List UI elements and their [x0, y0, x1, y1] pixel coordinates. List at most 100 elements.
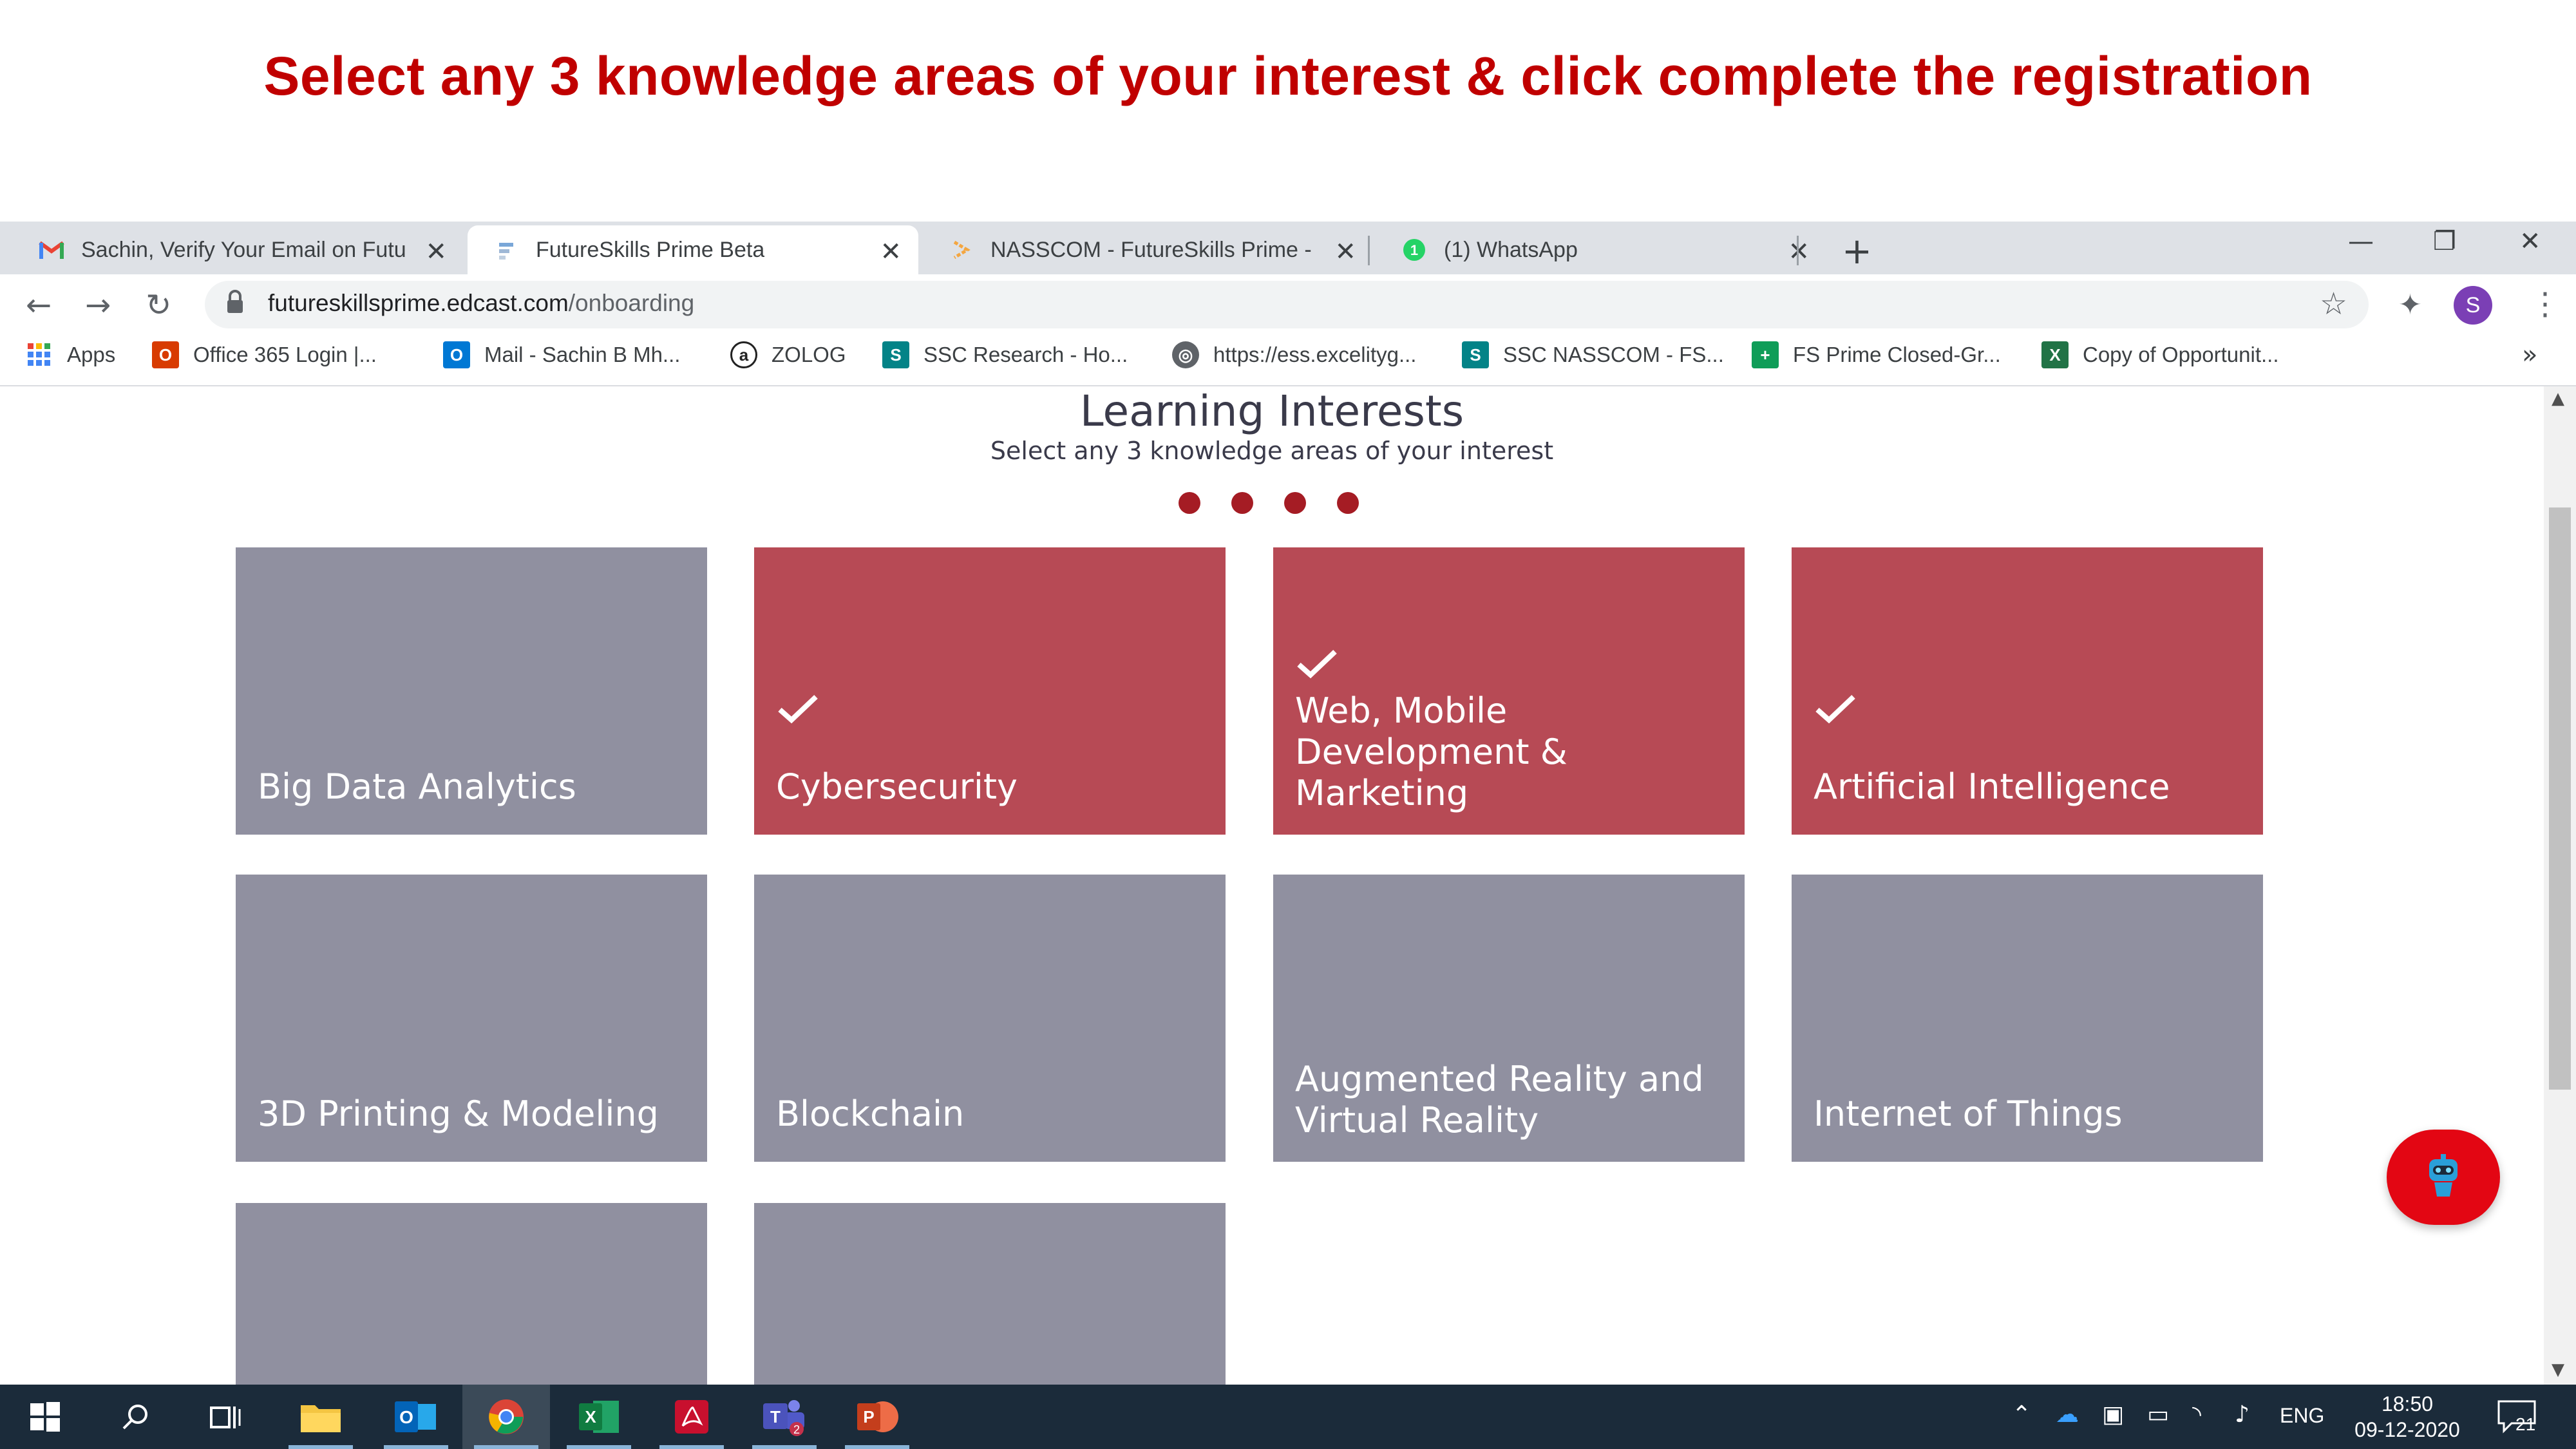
- interest-card-iot[interactable]: Internet of Things: [1792, 875, 2263, 1162]
- bookmark-label: Copy of Opportunit...: [2083, 343, 2279, 366]
- bookmark-label: Apps: [67, 343, 116, 366]
- page-title: Learning Interests: [1079, 386, 1464, 436]
- bookmark-label: SSC Research - Ho...: [923, 343, 1128, 366]
- scroll-up-icon[interactable]: ▲: [2552, 389, 2564, 408]
- chatbot-button[interactable]: [2387, 1130, 2500, 1225]
- teams-icon[interactable]: T2: [741, 1385, 828, 1449]
- interest-card[interactable]: [236, 1203, 707, 1385]
- tab-separator: [1797, 236, 1799, 265]
- interest-card-cybersecurity[interactable]: Cybersecurity: [754, 547, 1226, 835]
- step-dot: [1231, 492, 1253, 514]
- language-indicator[interactable]: ENG: [2280, 1404, 2324, 1428]
- tab-title: (1) WhatsApp: [1444, 237, 1578, 262]
- bookmark-fs-prime[interactable]: + FS Prime Closed-Gr...: [1752, 341, 2001, 368]
- forward-icon[interactable]: →: [85, 287, 111, 323]
- wifi-icon[interactable]: ◝: [2192, 1401, 2201, 1428]
- sharepoint-icon: S: [1462, 341, 1489, 368]
- file-explorer-icon[interactable]: [277, 1385, 365, 1449]
- bookmark-ssc-nasscom[interactable]: S SSC NASSCOM - FS...: [1462, 341, 1724, 368]
- close-tab-icon[interactable]: ✕: [880, 237, 902, 267]
- bookmark-star-icon[interactable]: ☆: [2320, 286, 2347, 322]
- powerpoint-icon[interactable]: P: [833, 1385, 921, 1449]
- lock-icon: [227, 290, 243, 313]
- sheets-icon: +: [1752, 341, 1779, 368]
- close-window-icon[interactable]: ✕: [2519, 227, 2541, 256]
- close-tab-icon[interactable]: ✕: [1334, 237, 1356, 267]
- interest-card-ar-vr[interactable]: Augmented Reality and Virtual Reality: [1273, 875, 1745, 1162]
- running-indicator: [752, 1445, 817, 1449]
- bookmark-label: Mail - Sachin B Mh...: [484, 343, 681, 366]
- interest-card-web-mobile[interactable]: Web, Mobile Development & Marketing: [1273, 547, 1745, 835]
- clock-date: 09-12-2020: [2354, 1418, 2460, 1441]
- restore-icon[interactable]: ❐: [2433, 227, 2456, 256]
- bookmark-zolog[interactable]: a ZOLOG: [730, 341, 846, 368]
- tab-whatsapp[interactable]: 1 (1) WhatsApp ✕: [1376, 225, 1826, 274]
- svg-text:1: 1: [1410, 242, 1418, 258]
- step-dot: [1284, 492, 1306, 514]
- interest-card-3d-printing[interactable]: 3D Printing & Modeling: [236, 875, 707, 1162]
- scroll-down-icon[interactable]: ▼: [2552, 1360, 2564, 1379]
- back-icon[interactable]: ←: [26, 287, 52, 323]
- minimize-icon[interactable]: —: [2348, 227, 2374, 256]
- nasscom-icon: [948, 237, 974, 263]
- browser-tabstrip: Sachin, Verify Your Email on Futu ✕ Futu…: [0, 222, 2576, 274]
- url-text[interactable]: futureskillsprime.edcast.com/onboarding: [268, 290, 694, 317]
- globe-icon: ◎: [1172, 341, 1199, 368]
- running-indicator: [567, 1445, 631, 1449]
- display-icon[interactable]: ▣: [2102, 1401, 2124, 1428]
- bookmark-ess[interactable]: ◎ https://ess.excelityg...: [1172, 341, 1416, 368]
- tab-futureskills[interactable]: FutureSkills Prime Beta ✕: [468, 225, 918, 274]
- task-view-icon[interactable]: [182, 1385, 269, 1449]
- chrome-icon[interactable]: [462, 1385, 550, 1449]
- windows-start-icon[interactable]: [1, 1385, 89, 1449]
- bookmark-label: ZOLOG: [772, 343, 846, 366]
- svg-text:T: T: [770, 1407, 781, 1426]
- show-hidden-icons-icon[interactable]: ⌃: [2012, 1401, 2031, 1428]
- interest-card-blockchain[interactable]: Blockchain: [754, 875, 1226, 1162]
- robot-icon: [2429, 1154, 2458, 1197]
- outlook-icon: O: [443, 341, 470, 368]
- bookmark-label: FS Prime Closed-Gr...: [1793, 343, 2001, 366]
- step-indicator: [1179, 492, 1359, 514]
- card-label: Web, Mobile Development & Marketing: [1295, 690, 1567, 813]
- svg-text:X: X: [585, 1407, 596, 1426]
- extensions-icon[interactable]: ✦: [2398, 289, 2422, 321]
- close-tab-icon[interactable]: ✕: [425, 237, 447, 267]
- gmail-icon: [39, 237, 64, 263]
- url-path: /onboarding: [568, 290, 695, 316]
- checkmark-icon: [1297, 650, 1337, 679]
- clock-time: 18:50: [2381, 1392, 2434, 1416]
- interest-card[interactable]: [754, 1203, 1226, 1385]
- bookmark-ssc-research[interactable]: S SSC Research - Ho...: [882, 341, 1128, 368]
- tab-gmail[interactable]: Sachin, Verify Your Email on Futu ✕: [13, 225, 464, 274]
- tab-nasscom[interactable]: NASSCOM - FutureSkills Prime - ✕: [922, 225, 1373, 274]
- close-tab-icon[interactable]: ✕: [1788, 237, 1810, 267]
- bookmarks-overflow-icon[interactable]: »: [2522, 340, 2537, 370]
- onboarding-page: Learning Interests Select any 3 knowledg…: [0, 386, 2544, 1385]
- scrollbar-thumb[interactable]: [2549, 507, 2571, 1090]
- new-tab-button[interactable]: +: [1842, 231, 1872, 272]
- battery-icon[interactable]: ▭: [2147, 1401, 2169, 1428]
- clock[interactable]: 18:50 09-12-2020: [2349, 1391, 2465, 1443]
- checkmark-icon: [778, 695, 818, 724]
- reload-icon[interactable]: ↻: [146, 287, 171, 323]
- card-label: Augmented Reality and Virtual Reality: [1295, 1059, 1704, 1141]
- bookmark-apps[interactable]: Apps: [26, 341, 115, 368]
- excel-icon[interactable]: X: [555, 1385, 643, 1449]
- volume-icon[interactable]: ♪: [2235, 1401, 2249, 1428]
- running-indicator: [659, 1445, 724, 1449]
- search-icon[interactable]: [91, 1385, 179, 1449]
- bookmark-office365[interactable]: O Office 365 Login |...: [152, 341, 377, 368]
- card-label: Blockchain: [776, 1094, 965, 1134]
- interest-card-big-data[interactable]: Big Data Analytics: [236, 547, 707, 835]
- bookmark-label: Office 365 Login |...: [193, 343, 377, 366]
- acrobat-icon[interactable]: [648, 1385, 735, 1449]
- menu-icon[interactable]: ⋮: [2530, 286, 2561, 322]
- interest-card-ai[interactable]: Artificial Intelligence: [1792, 547, 2263, 835]
- outlook-icon[interactable]: O: [372, 1385, 460, 1449]
- bookmark-opportunity[interactable]: X Copy of Opportunit...: [2041, 341, 2279, 368]
- bookmark-mail[interactable]: O Mail - Sachin B Mh...: [443, 341, 680, 368]
- onedrive-icon[interactable]: ☁: [2056, 1401, 2079, 1428]
- teams-badge: 2: [793, 1423, 800, 1436]
- profile-avatar[interactable]: S: [2454, 286, 2492, 325]
